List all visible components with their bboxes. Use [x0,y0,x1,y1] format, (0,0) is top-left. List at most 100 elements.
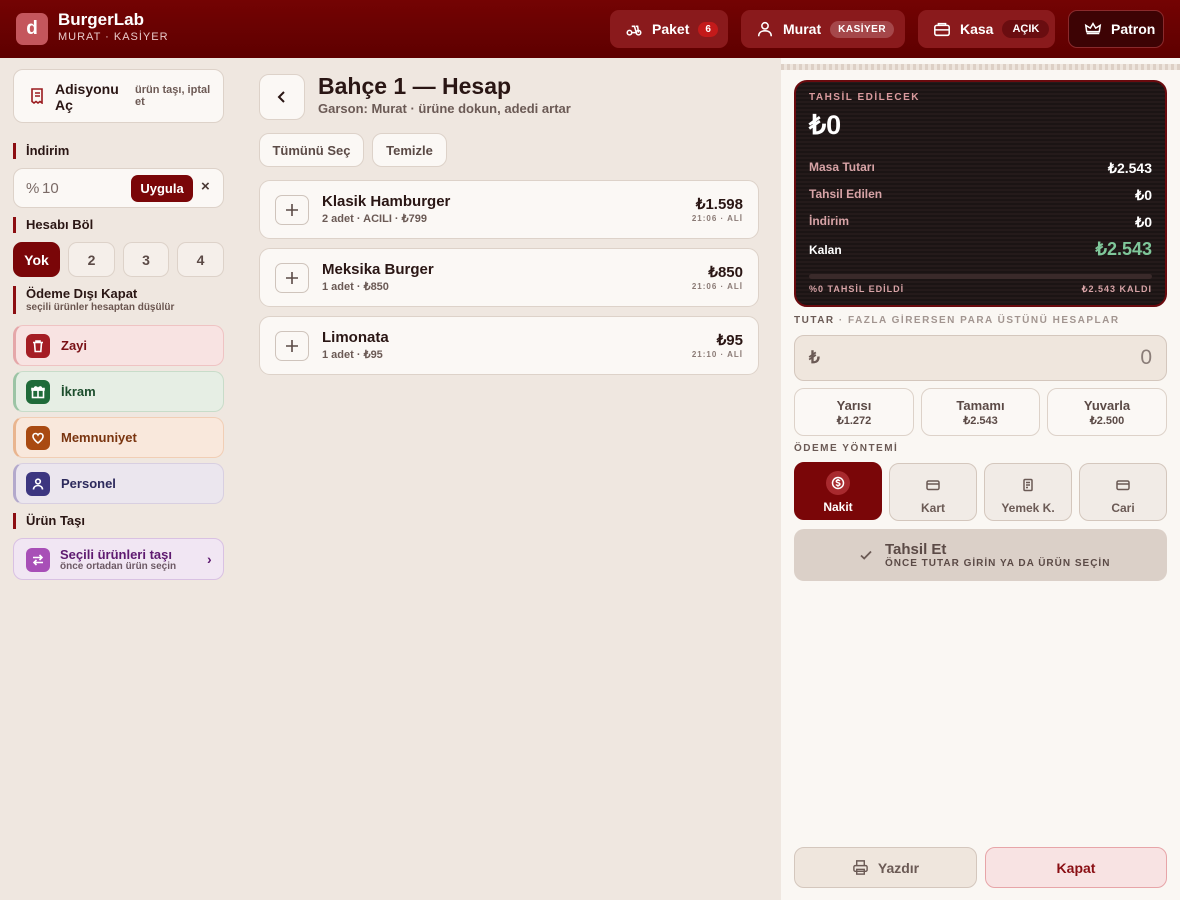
item-name: Klasik Hamburger [322,193,451,210]
satisfaction-label: Memnuniyet [61,430,137,445]
open-ticket-label: Adisyonu Aç [55,81,119,113]
amount-input[interactable]: ₺ 0 [794,335,1167,381]
open-ticket-hint: ürün taşı, iptal et [135,84,211,108]
discount-field: % 10 Uygula × [13,168,224,208]
method-label: Yemek K. [1001,501,1055,515]
off-payment-title: Ödeme Dışı Kapat [26,286,138,301]
heart-icon [26,425,50,450]
add-quantity-button[interactable] [275,195,309,225]
user-button[interactable]: Murat KASİYER [741,10,905,48]
item-price: ₺850 [708,264,743,281]
order-item[interactable]: Meksika Burger 1 adet · ₺850 ₺850 21:06 … [259,248,759,307]
quick-value: ₺2.543 [963,415,998,427]
method-cash[interactable]: Nakit [794,462,882,520]
clear-discount-button[interactable]: × [201,178,210,195]
print-label: Yazdır [877,859,920,876]
meal-voucher-icon [1023,478,1033,492]
discount-heading: İndirim [13,143,69,159]
app-logo: d [16,13,48,45]
paket-button[interactable]: Paket 6 [610,10,728,48]
item-detail: 1 adet · ₺95 [322,349,383,361]
plus-icon [286,340,298,352]
staff-label: Personel [61,476,116,491]
printer-icon [853,860,868,875]
quick-value: ₺2.500 [1089,415,1125,427]
payment-method-caption: ÖDEME YÖNTEMİ [794,443,899,454]
top-bar: d BurgerLab MURAT · KASİYER Paket 6 Mura… [0,0,1180,58]
split-option-4[interactable]: 4 [177,242,224,277]
full-amount-button[interactable]: Tamamı ₺2.543 [921,388,1040,436]
collect-button[interactable]: Tahsil Et ÖNCE TUTAR GİRİN YA DA ÜRÜN SE… [794,529,1167,581]
brand-name: BurgerLab [58,10,144,29]
select-all-button[interactable]: Tümünü Seç [259,133,364,167]
summary-row: Masa Tutarı ₺2.543 [809,160,1152,177]
kasa-status-badge: AÇIK [1002,20,1050,38]
role-badge: KASİYER [830,20,895,38]
user-name: Murat [783,21,822,37]
summary-value: ₺2.543 [1108,160,1152,176]
register-icon [934,22,950,37]
method-card[interactable]: Kart [889,463,977,521]
clear-selection-button[interactable]: Temizle [372,133,447,167]
half-amount-button[interactable]: Yarısı ₺1.272 [794,388,914,436]
method-meal-card[interactable]: Yemek K. [984,463,1072,521]
method-label: Cari [1111,501,1135,515]
discount-input[interactable]: 10 [42,180,59,197]
move-items-button[interactable]: Seçili ürünleri taşı önce ortadan ürün s… [13,538,224,580]
person-icon [757,21,773,37]
crown-icon [1084,22,1102,35]
kasa-button[interactable]: Kasa AÇIK [918,10,1055,48]
split-option-none[interactable]: Yok [13,242,60,277]
collect-label: Tahsil Et [885,541,947,558]
summary-key: Tahsil Edilen [809,187,883,201]
open-ticket-button[interactable]: Adisyonu Aç ürün taşı, iptal et [13,69,224,123]
remaining-value: ₺2.543 [1095,239,1153,259]
off-payment-subtitle: seçili ürünler hesaptan düşülür [26,302,175,313]
split-option-3[interactable]: 3 [123,242,169,277]
close-bill-button[interactable]: Kapat [985,847,1167,888]
brand-subtitle: MURAT · KASİYER [58,31,169,43]
amount-caption-hint: · FAZLA GİRERSEN PARA ÜSTÜNÜ HESAPLAR [838,315,1120,326]
satisfaction-button[interactable]: Memnuniyet [13,417,224,458]
quick-label: Tamamı [956,398,1005,413]
treat-button[interactable]: İkram [13,371,224,412]
off-payment-heading: Ödeme Dışı Kapat seçili ürünler hesaptan… [13,286,174,314]
quick-label: Yarısı [836,398,872,413]
print-button[interactable]: Yazdır [794,847,977,888]
due-amount: ₺0 [809,110,842,140]
patron-button[interactable]: Patron [1068,10,1164,48]
move-items-label: Seçili ürünleri taşı [60,547,172,562]
person-icon [26,471,50,496]
back-button[interactable] [259,74,305,120]
item-name: Limonata [322,329,389,346]
item-detail: 2 adet · ACILI · ₺799 [322,213,428,225]
add-quantity-button[interactable] [275,331,309,361]
collection-progress-bar [809,274,1152,279]
amount-caption: TUTAR · FAZLA GİRERSEN PARA ÜSTÜNÜ HESAP… [794,315,1120,326]
patron-label: Patron [1111,21,1156,37]
waste-button[interactable]: Zayi [13,325,224,366]
item-detail: 1 adet · ₺850 [322,281,389,293]
percent-prefix: % [26,180,40,197]
method-label: Kart [920,501,945,515]
chevron-right-icon: › [207,551,212,567]
method-account[interactable]: Cari [1079,463,1167,521]
amount-caption-main: TUTAR [794,315,835,326]
add-quantity-button[interactable] [275,263,309,293]
apply-discount-button[interactable]: Uygula [131,175,193,202]
progress-footer: %0 TAHSİL EDİLDİ ₺2.543 KALDI [809,284,1152,295]
order-item[interactable]: Limonata 1 adet · ₺95 ₺95 21:10 · ALİ [259,316,759,375]
item-time: 21:10 · ALİ [691,350,743,359]
item-price: ₺95 [716,332,743,349]
collect-hint: ÖNCE TUTAR GİRİN YA DA ÜRÜN SEÇİN [885,558,1111,569]
summary-row: Tahsil Edilen ₺0 [809,187,1152,204]
order-item[interactable]: Klasik Hamburger 2 adet · ACILI · ₺799 ₺… [259,180,759,239]
collected-percent: %0 TAHSİL EDİLDİ [809,284,905,294]
round-amount-button[interactable]: Yuvarla ₺2.500 [1047,388,1167,436]
split-option-2[interactable]: 2 [68,242,115,277]
summary-key: Masa Tutarı [809,160,875,174]
method-label: Nakit [823,500,853,514]
staff-button[interactable]: Personel [13,463,224,504]
kasa-label: Kasa [960,21,994,37]
trash-icon [26,333,50,358]
